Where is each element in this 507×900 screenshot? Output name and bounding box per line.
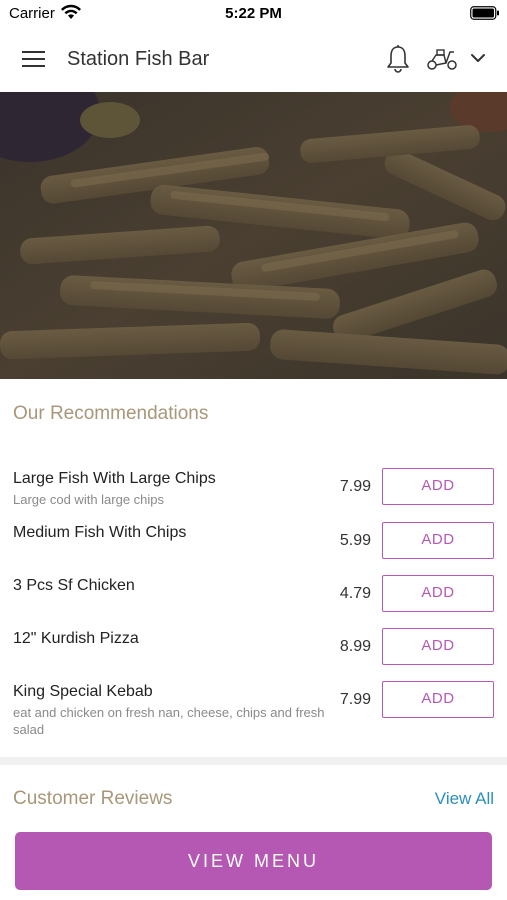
item-price: 4.79	[339, 585, 371, 602]
item-description: eat and chicken on fresh nan, cheese, ch…	[13, 705, 325, 737]
hero-food-image	[0, 92, 507, 379]
reviews-heading: Customer Reviews	[13, 788, 173, 809]
status-bar: Carrier 5:22 PM	[0, 0, 507, 28]
restaurant-title: Station Fish Bar	[67, 48, 210, 70]
item-price: 7.99	[339, 478, 371, 495]
status-time: 5:22 PM	[225, 5, 282, 22]
add-to-cart-button[interactable]: ADD	[382, 681, 494, 718]
add-to-cart-button[interactable]: ADD	[382, 522, 494, 559]
add-to-cart-button[interactable]: ADD	[382, 575, 494, 612]
view-menu-button[interactable]: VIEW MENU	[15, 832, 492, 890]
fish-and-chips-photo	[0, 92, 507, 379]
scooter-icon[interactable]	[426, 46, 458, 72]
section-divider	[0, 757, 507, 765]
battery-icon	[470, 6, 499, 20]
item-price: 5.99	[339, 532, 371, 549]
chevron-down-icon[interactable]	[470, 52, 486, 64]
item-price: 8.99	[339, 638, 371, 655]
recommendations-heading: Our Recommendations	[13, 403, 209, 424]
item-name: 3 Pcs Sf Chicken	[13, 577, 135, 594]
item-name: 12" Kurdish Pizza	[13, 630, 139, 647]
app-header: Station Fish Bar	[0, 28, 507, 92]
bell-icon[interactable]	[385, 44, 411, 74]
add-to-cart-button[interactable]: ADD	[382, 628, 494, 665]
menu-icon[interactable]	[22, 50, 46, 68]
item-price: 7.99	[339, 691, 371, 708]
item-name: King Special Kebab	[13, 683, 153, 700]
item-description: Large cod with large chips	[13, 492, 165, 507]
item-name: Large Fish With Large Chips	[13, 470, 216, 487]
add-to-cart-button[interactable]: ADD	[382, 468, 494, 505]
item-name: Medium Fish With Chips	[13, 524, 187, 541]
view-all-reviews-link[interactable]: View All	[435, 789, 494, 809]
